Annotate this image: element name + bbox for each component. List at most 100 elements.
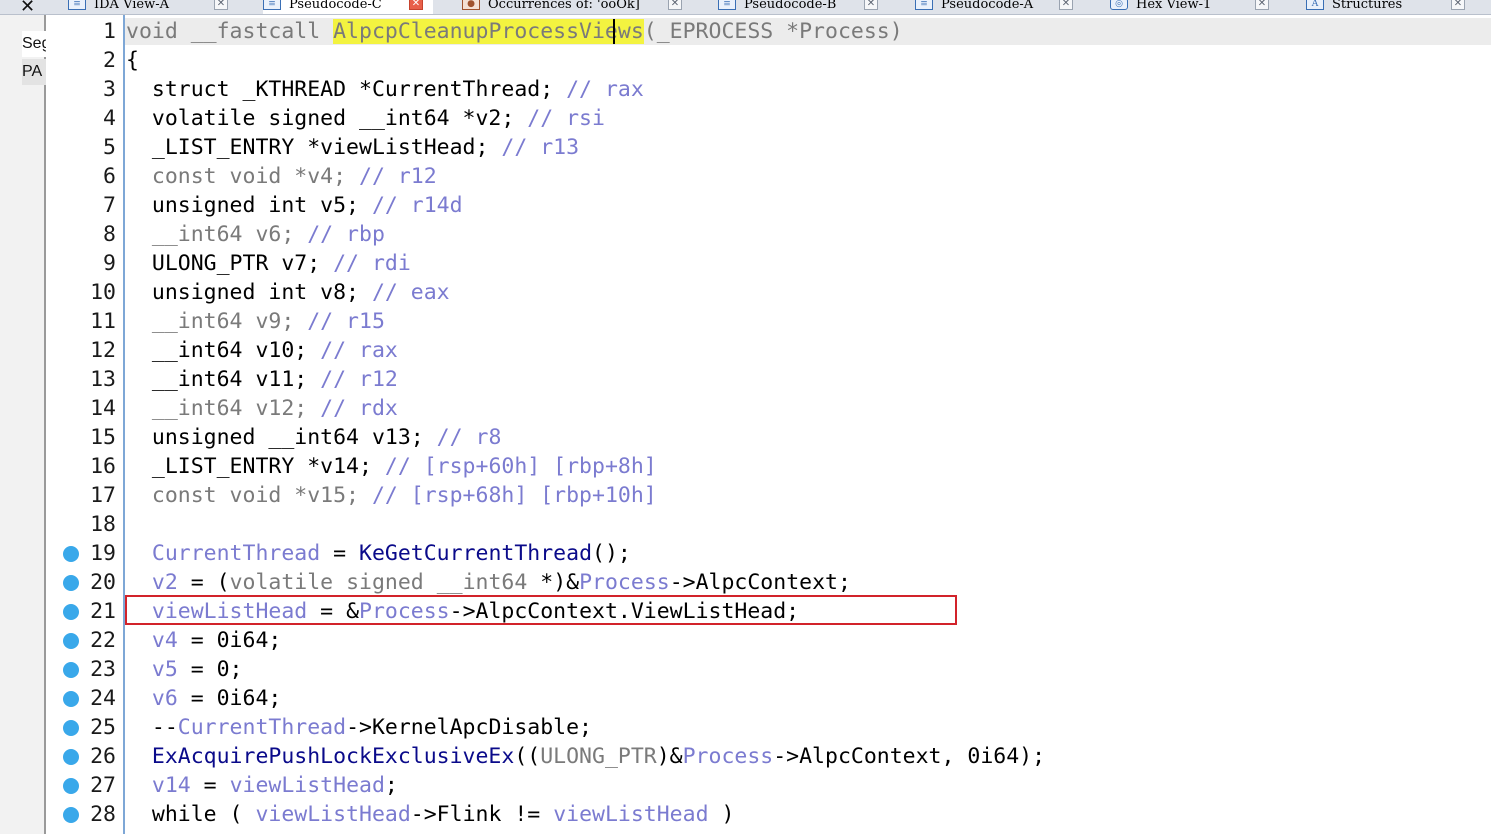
line-number: 22	[90, 628, 116, 653]
line-number: 4	[103, 106, 116, 131]
tab-label: Structures	[1332, 0, 1403, 12]
code-text: const void *v15; // [rsp+68h] [rbp+10h]	[126, 483, 657, 508]
tab-label: IDA View-A	[94, 0, 169, 12]
code-text: __int64 v6; // rbp	[126, 222, 385, 247]
close-tab-icon[interactable]: ✕	[668, 0, 682, 10]
code-text: v5 = 0;	[151, 657, 243, 682]
code-text: __int64 v9; // r15	[126, 309, 385, 334]
pseudocode-icon: ≡	[718, 0, 736, 10]
line-number: 21	[90, 599, 116, 624]
code-text: ULONG_PTR v7; // rdi	[126, 251, 411, 276]
code-text: while ( viewListHead->Flink != viewListH…	[126, 802, 735, 827]
code-line[interactable]: 17 const void *v15; // [rsp+68h] [rbp+10…	[0, 481, 1491, 510]
code-text: _LIST_ENTRY *viewListHead; // r13	[126, 135, 580, 160]
code-line[interactable]: 16 _LIST_ENTRY *v14; // [rsp+60h] [rbp+8…	[0, 452, 1491, 481]
line-number: 14	[90, 396, 116, 421]
tab-bar: ✕ ≡ IDA View-A ✕ ≡ Pseudocode-C ✕ ● Occu…	[0, 0, 1491, 15]
code-line[interactable]: 5 _LIST_ENTRY *viewListHead; // r13	[0, 133, 1491, 162]
code-line[interactable]: 10 unsigned int v8; // eax	[0, 278, 1491, 307]
code-text: ExAcquirePushLockExclusiveEx((ULONG_PTR)…	[151, 744, 1046, 769]
tab-pseudocode-c[interactable]: ≡ Pseudocode-C ✕	[263, 0, 433, 14]
code-line[interactable]: 11 __int64 v9; // r15	[0, 307, 1491, 336]
code-text: unsigned int v5; // r14d	[126, 193, 463, 218]
line-number: 25	[90, 715, 116, 740]
code-line[interactable]: 26 ExAcquirePushLockExclusiveEx((ULONG_P…	[0, 742, 1491, 771]
occurrences-icon: ●	[462, 0, 480, 10]
code-text: CurrentThread = KeGetCurrentThread();	[151, 541, 631, 566]
code-line[interactable]: 27 v14 = viewListHead;	[0, 771, 1491, 800]
code-line[interactable]: 1 void __fastcall AlpcpCleanupProcessView…	[0, 17, 1491, 46]
code-line[interactable]: 12 __int64 v10; // rax	[0, 336, 1491, 365]
line-number: 20	[90, 570, 116, 595]
tab-occurrences[interactable]: ● Occurrences of: 'ooOk] ✕	[462, 0, 692, 14]
code-text: void __fastcall AlpcpCleanupProcessViews…	[126, 19, 903, 44]
code-text: {	[126, 48, 139, 73]
line-number: 18	[90, 512, 116, 537]
close-tab-icon[interactable]: ✕	[1255, 0, 1269, 10]
line-number: 2	[103, 48, 116, 73]
tab-hex-view-1[interactable]: ◎ Hex View-1 ✕	[1110, 0, 1280, 14]
disassembly-icon: ≡	[68, 0, 86, 10]
code-line[interactable]: 13 __int64 v11; // r12	[0, 365, 1491, 394]
code-line[interactable]: 14 __int64 v12; // rdx	[0, 394, 1491, 423]
code-text: __int64 v11; // r12	[126, 367, 398, 392]
line-number: 26	[90, 744, 116, 769]
line-number: 15	[90, 425, 116, 450]
code-line[interactable]: 8 __int64 v6; // rbp	[0, 220, 1491, 249]
code-text: volatile signed __int64 *v2; // rsi	[126, 106, 605, 131]
code-text: unsigned int v8; // eax	[126, 280, 450, 305]
code-text: v14 = viewListHead;	[151, 773, 398, 798]
line-number: 12	[90, 338, 116, 363]
line-number: 1	[103, 19, 116, 44]
close-icon[interactable]: ✕	[20, 0, 35, 14]
line-number: 24	[90, 686, 116, 711]
code-line[interactable]: 9 ULONG_PTR v7; // rdi	[0, 249, 1491, 278]
line-number: 11	[90, 309, 116, 334]
structures-icon: A	[1306, 0, 1324, 10]
line-number: 9	[103, 251, 116, 276]
close-tab-icon[interactable]: ✕	[1059, 0, 1073, 10]
code-text: __int64 v10; // rax	[126, 338, 398, 363]
close-tab-icon[interactable]: ✕	[1451, 0, 1465, 10]
code-text: _LIST_ENTRY *v14; // [rsp+60h] [rbp+8h]	[126, 454, 657, 479]
close-tab-icon[interactable]: ✕	[214, 0, 228, 10]
code-line[interactable]: 23 v5 = 0;	[0, 655, 1491, 684]
code-text: v6 = 0i64;	[151, 686, 282, 711]
line-number: 28	[90, 802, 116, 827]
tab-ida-view-a[interactable]: ≡ IDA View-A ✕	[68, 0, 258, 14]
code-line[interactable]: 15 unsigned __int64 v13; // r8	[0, 423, 1491, 452]
tab-pseudocode-a[interactable]: ≡ Pseudocode-A ✕	[915, 0, 1085, 14]
code-line[interactable]: 4 volatile signed __int64 *v2; // rsi	[0, 104, 1491, 133]
line-number: 5	[103, 135, 116, 160]
code-line[interactable]: 28 while ( viewListHead->Flink != viewLi…	[0, 800, 1491, 829]
code-line[interactable]: 2{	[0, 46, 1491, 75]
code-line[interactable]: 18	[0, 510, 1491, 539]
tab-label: Occurrences of: 'ooOk]	[488, 0, 640, 12]
code-line[interactable]: 7 unsigned int v5; // r14d	[0, 191, 1491, 220]
code-line[interactable]: 3 struct _KTHREAD *CurrentThread; // rax	[0, 75, 1491, 104]
line-number: 16	[90, 454, 116, 479]
tab-structures[interactable]: A Structures ✕	[1306, 0, 1476, 14]
code-line[interactable]: 6 const void *v4; // r12	[0, 162, 1491, 191]
code-line[interactable]: 24 v6 = 0i64;	[0, 684, 1491, 713]
tab-label: Hex View-1	[1136, 0, 1212, 12]
code-line[interactable]: 20 v2 = (volatile signed __int64 *)&Proc…	[0, 568, 1491, 597]
tab-label: Pseudocode-C	[289, 0, 382, 12]
close-tab-icon[interactable]: ✕	[864, 0, 878, 10]
tab-label: Pseudocode-B	[744, 0, 837, 12]
line-number: 27	[90, 773, 116, 798]
line-number: 10	[90, 280, 116, 305]
pseudocode-icon: ≡	[915, 0, 933, 10]
code-line[interactable]: 25 --CurrentThread->KernelApcDisable;	[0, 713, 1491, 742]
text-caret	[613, 19, 615, 44]
tab-pseudocode-b[interactable]: ≡ Pseudocode-B ✕	[718, 0, 888, 14]
code-line[interactable]: 19 CurrentThread = KeGetCurrentThread();	[0, 539, 1491, 568]
tab-label: Pseudocode-A	[941, 0, 1034, 12]
code-text: v4 = 0i64;	[151, 628, 282, 653]
close-tab-icon[interactable]: ✕	[409, 0, 423, 10]
line-number: 6	[103, 164, 116, 189]
line-number: 8	[103, 222, 116, 247]
code-line[interactable]: 22 v4 = 0i64;	[0, 626, 1491, 655]
code-text: v2 = (volatile signed __int64 *)&Process…	[151, 570, 851, 595]
code-text: const void *v4; // r12	[126, 164, 437, 189]
